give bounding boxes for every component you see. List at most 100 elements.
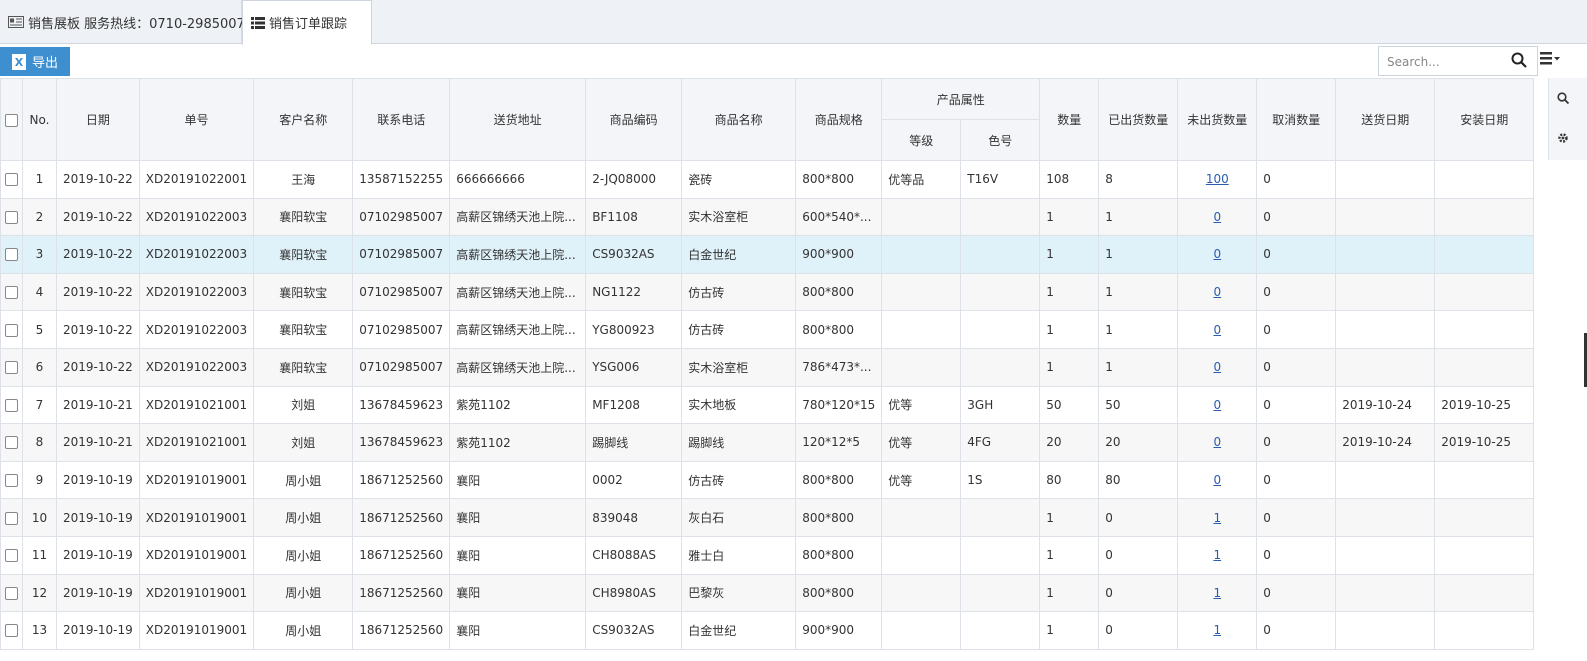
header-date[interactable]: 日期 xyxy=(56,78,140,161)
row-checkbox[interactable] xyxy=(5,248,18,262)
row-checkbox[interactable] xyxy=(5,323,18,337)
row-checkbox[interactable] xyxy=(5,511,18,525)
table-row[interactable]: 12 2019-10-19 XD20191019001 周小姐 18671252560 襄… xyxy=(0,573,1535,613)
search-input[interactable] xyxy=(1385,52,1511,72)
search-icon[interactable] xyxy=(1511,52,1527,71)
row-checkbox[interactable] xyxy=(5,474,18,488)
gear-icon[interactable] xyxy=(1557,132,1569,147)
dashboard-icon xyxy=(8,16,24,28)
row-checkbox-cell[interactable] xyxy=(0,160,23,199)
header-customer[interactable]: 客户名称 xyxy=(253,78,354,161)
row-checkbox-cell[interactable] xyxy=(0,310,23,349)
table-row[interactable]: 4 2019-10-22 XD20191022003 襄阳软宝 07102985007 高… xyxy=(0,272,1535,312)
header-product-name[interactable]: 商品名称 xyxy=(681,78,797,161)
cell-color-no xyxy=(960,498,1041,537)
row-checkbox-cell[interactable] xyxy=(0,423,23,462)
table-row[interactable]: 7 2019-10-21 XD20191021001 刘姐 13678459623 紫苑1… xyxy=(0,385,1535,425)
columns-menu-icon[interactable] xyxy=(1540,52,1560,69)
header-order-no[interactable]: 单号 xyxy=(138,78,255,161)
cell-qty: 1 xyxy=(1039,535,1100,575)
row-checkbox-cell[interactable] xyxy=(0,347,23,387)
cell-address: 高薪区锦绣天池上院... xyxy=(449,310,587,349)
unshipped-qty-link[interactable]: 0 xyxy=(1213,360,1221,374)
unshipped-qty-link[interactable]: 1 xyxy=(1213,511,1221,525)
unshipped-qty-link[interactable]: 0 xyxy=(1213,473,1221,487)
row-checkbox-cell[interactable] xyxy=(0,197,23,237)
header-color-no[interactable]: 色号 xyxy=(960,119,1041,161)
unshipped-qty-link[interactable]: 0 xyxy=(1213,210,1221,224)
cell-no: 6 xyxy=(22,347,57,387)
cell-shipped: 1 xyxy=(1098,272,1179,312)
table-row[interactable]: 11 2019-10-19 XD20191019001 周小姐 18671252560 襄… xyxy=(0,535,1535,575)
row-checkbox[interactable] xyxy=(5,210,18,224)
table-row[interactable]: 10 2019-10-19 XD20191019001 周小姐 18671252560 襄… xyxy=(0,498,1535,537)
cell-color-no xyxy=(960,310,1041,349)
cell-delivery-date: 2019-10-24 xyxy=(1335,385,1436,425)
header-phone[interactable]: 联系电话 xyxy=(352,78,451,161)
cell-order-no: XD20191022003 xyxy=(138,347,255,387)
cell-qty: 50 xyxy=(1039,385,1100,425)
row-checkbox[interactable] xyxy=(5,549,18,563)
table-row[interactable]: 1 2019-10-22 XD20191022001 王海 13587152255 666… xyxy=(0,160,1535,199)
tab-label: 销售订单跟踪 xyxy=(269,17,348,32)
header-product-code[interactable]: 商品编码 xyxy=(585,78,683,161)
cell-no: 9 xyxy=(22,460,57,500)
row-checkbox-cell[interactable] xyxy=(0,573,23,613)
row-checkbox-cell[interactable] xyxy=(0,272,23,312)
select-all-checkbox[interactable] xyxy=(5,113,18,127)
tab-sales-dashboard[interactable]: 销售展板 服务热线：0710-2985007 xyxy=(0,0,245,44)
header-spec[interactable]: 商品规格 xyxy=(795,78,883,161)
row-checkbox[interactable] xyxy=(5,624,18,638)
tab-sales-order-tracking[interactable]: 销售订单跟踪 xyxy=(242,0,372,45)
unshipped-qty-link[interactable]: 0 xyxy=(1213,285,1221,299)
unshipped-qty-link[interactable]: 0 xyxy=(1213,247,1221,261)
row-checkbox-cell[interactable] xyxy=(0,611,23,650)
row-checkbox-cell[interactable] xyxy=(0,385,23,425)
cell-customer: 周小姐 xyxy=(253,460,354,500)
row-checkbox[interactable] xyxy=(5,286,18,300)
cell-date: 2019-10-22 xyxy=(56,347,140,387)
cell-shipped: 20 xyxy=(1098,423,1179,462)
header-delivery-date[interactable]: 送货日期 xyxy=(1335,78,1436,161)
table-row[interactable]: 5 2019-10-22 XD20191022003 襄阳软宝 07102985007 高… xyxy=(0,310,1535,349)
export-button[interactable]: X 导出 xyxy=(0,47,70,76)
table-row[interactable]: 3 2019-10-22 XD20191022003 襄阳软宝 07102985007 高… xyxy=(0,235,1535,274)
row-checkbox[interactable] xyxy=(5,586,18,600)
row-checkbox[interactable] xyxy=(5,436,18,450)
header-cancelled[interactable]: 取消数量 xyxy=(1256,78,1337,161)
header-shipped[interactable]: 已出货数量 xyxy=(1098,78,1179,161)
unshipped-qty-link[interactable]: 0 xyxy=(1213,398,1221,412)
table-row[interactable]: 8 2019-10-21 XD20191021001 刘姐 13678459623 紫苑1… xyxy=(0,423,1535,462)
header-address[interactable]: 送货地址 xyxy=(449,78,587,161)
header-qty[interactable]: 数量 xyxy=(1039,78,1100,161)
unshipped-qty-link[interactable]: 0 xyxy=(1213,435,1221,449)
row-checkbox[interactable] xyxy=(5,361,18,375)
row-checkbox-cell[interactable] xyxy=(0,235,23,274)
header-unshipped[interactable]: 未出货数量 xyxy=(1177,78,1258,161)
cell-product-code: CS9032AS xyxy=(585,611,683,650)
row-checkbox[interactable] xyxy=(5,398,18,412)
table-row[interactable]: 6 2019-10-22 XD20191022003 襄阳软宝 07102985007 高… xyxy=(0,347,1535,387)
row-checkbox-cell[interactable] xyxy=(0,535,23,575)
cell-product-code: CH8980AS xyxy=(585,573,683,613)
cell-spec: 786*473*... xyxy=(795,347,883,387)
header-no[interactable]: No. xyxy=(22,78,57,161)
search-icon[interactable] xyxy=(1557,92,1570,107)
cell-date: 2019-10-21 xyxy=(56,423,140,462)
header-install-date[interactable]: 安装日期 xyxy=(1434,78,1535,161)
unshipped-qty-link[interactable]: 1 xyxy=(1213,623,1221,637)
select-all-checkbox-cell[interactable] xyxy=(0,78,23,161)
unshipped-qty-link[interactable]: 100 xyxy=(1206,172,1229,186)
cell-date: 2019-10-19 xyxy=(56,460,140,500)
table-row[interactable]: 9 2019-10-19 XD20191019001 周小姐 18671252560 襄阳… xyxy=(0,460,1535,500)
table-row[interactable]: 2 2019-10-22 XD20191022003 襄阳软宝 07102985007 高… xyxy=(0,197,1535,237)
row-checkbox-cell[interactable] xyxy=(0,460,23,500)
row-checkbox[interactable] xyxy=(5,173,18,187)
unshipped-qty-link[interactable]: 1 xyxy=(1213,548,1221,562)
cell-delivery-date xyxy=(1335,611,1436,650)
header-grade[interactable]: 等级 xyxy=(881,119,962,161)
unshipped-qty-link[interactable]: 0 xyxy=(1213,323,1221,337)
row-checkbox-cell[interactable] xyxy=(0,498,23,537)
unshipped-qty-link[interactable]: 1 xyxy=(1213,586,1221,600)
table-row[interactable]: 13 2019-10-19 XD20191019001 周小姐 18671252560 襄… xyxy=(0,611,1535,650)
